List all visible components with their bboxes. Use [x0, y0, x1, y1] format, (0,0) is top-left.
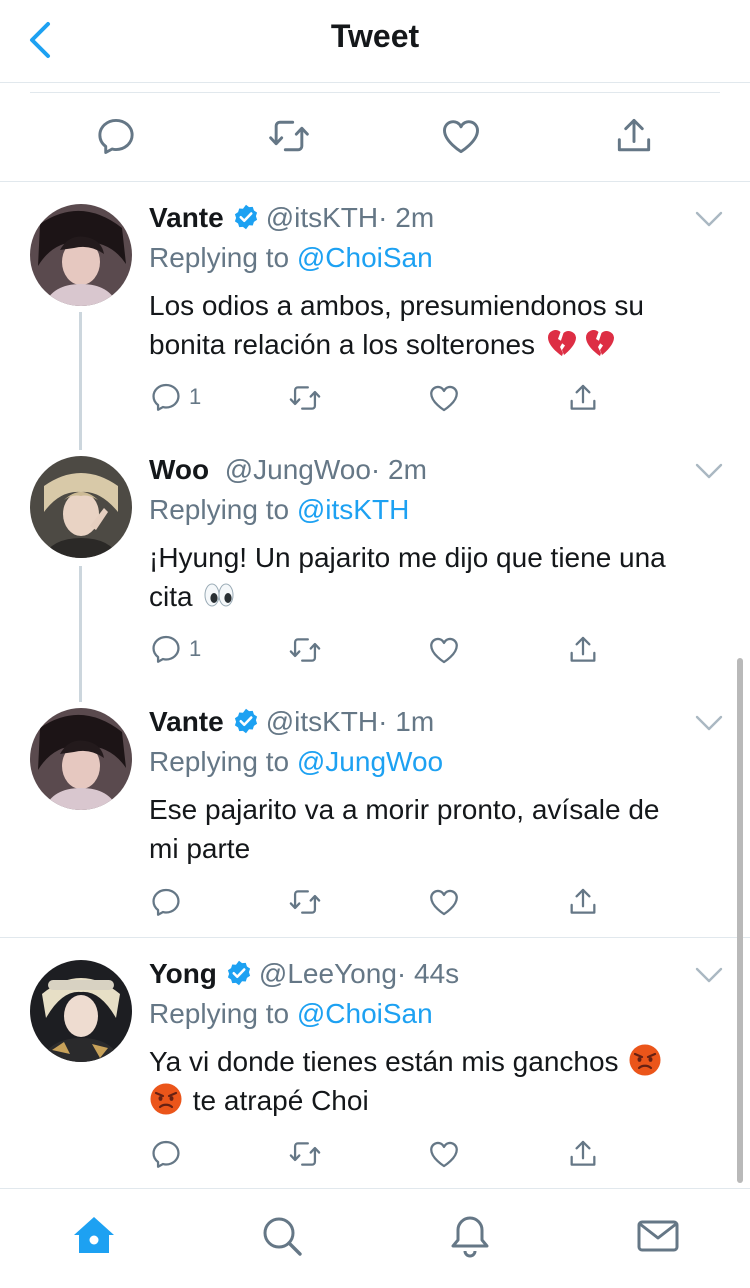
chevron-down-icon[interactable] [694, 713, 724, 733]
scrollbar[interactable] [737, 658, 743, 1183]
tweet-text-line: mi parte [149, 833, 251, 864]
retweet-icon[interactable] [288, 632, 322, 668]
replying-to: Replying to @ChoiSan [149, 241, 433, 275]
replying-to-handle[interactable]: @itsKTH [297, 494, 409, 525]
angry-face-icon [628, 1043, 662, 1077]
tweet-text: ¡Hyung! Un pajarito me dijo que tiene un… [149, 538, 724, 616]
angry-face-icon [149, 1082, 183, 1116]
reply-icon[interactable] [149, 884, 183, 920]
display-name[interactable]: Vante [149, 706, 224, 737]
tweet-header: Vante @itsKTH· 2m [149, 201, 434, 235]
retweet-icon[interactable] [288, 380, 322, 416]
chevron-down-icon[interactable] [694, 965, 724, 985]
timestamp: · 2m [370, 454, 427, 485]
messages-icon[interactable] [635, 1213, 681, 1259]
share-icon[interactable] [566, 380, 600, 416]
tweet-actions: 1 [149, 632, 619, 672]
tweet-actions [149, 884, 619, 924]
user-handle[interactable]: @LeeYong [259, 958, 397, 989]
tweet-text-line: Ese pajarito va a morir pronto, avísale … [149, 794, 660, 825]
broken-heart-icon [583, 326, 617, 360]
timestamp: · 2m [378, 202, 435, 233]
replying-label: Replying to [149, 242, 290, 273]
tweet-actions [149, 1136, 619, 1176]
reply-count: 1 [189, 384, 202, 409]
main-tweet-actions [0, 93, 750, 182]
reply-tweet[interactable]: Vante @itsKTH· 2m Replying to @ChoiSan Lo… [0, 182, 750, 434]
share-icon[interactable] [566, 1136, 600, 1172]
user-handle[interactable]: @JungWoo [225, 454, 371, 485]
replying-label: Replying to [149, 746, 290, 777]
replying-to: Replying to @itsKTH [149, 493, 409, 527]
user-handle[interactable]: @itsKTH [266, 202, 378, 233]
tweet-text-line: Ya vi donde tienes están mis ganchos [149, 1046, 619, 1077]
display-name[interactable]: Woo [149, 454, 209, 485]
reply-icon[interactable] [94, 114, 138, 158]
like-icon[interactable] [439, 114, 483, 158]
chevron-down-icon[interactable] [694, 209, 724, 229]
home-icon[interactable] [71, 1213, 117, 1259]
tweet-text-line: Los odios a ambos, presumiendonos su [149, 290, 644, 321]
replying-label: Replying to [149, 494, 290, 525]
verified-badge-icon [225, 959, 253, 987]
search-icon[interactable] [259, 1213, 305, 1259]
avatar[interactable] [30, 960, 132, 1062]
tweet-text: Los odios a ambos, presumiendonos su bon… [149, 286, 724, 364]
tweet-header: Yong @LeeYong· 44s [149, 957, 459, 991]
tweet-text-line: cita [149, 581, 193, 612]
retweet-icon[interactable] [288, 884, 322, 920]
reply-button[interactable]: 1 [149, 380, 229, 416]
display-name[interactable]: Yong [149, 958, 217, 989]
verified-badge-icon [232, 707, 260, 735]
broken-heart-icon [545, 326, 579, 360]
eyes-icon [202, 578, 236, 612]
share-icon[interactable] [566, 884, 600, 920]
like-icon[interactable] [427, 380, 461, 416]
like-icon[interactable] [427, 1136, 461, 1172]
like-icon[interactable] [427, 632, 461, 668]
tweet-text-line: te atrapé Choi [192, 1085, 369, 1116]
avatar[interactable] [30, 456, 132, 558]
like-icon[interactable] [427, 884, 461, 920]
reply-tweet[interactable]: Yong @LeeYong· 44s Replying to @ChoiSan Y… [0, 938, 750, 1188]
replying-to-handle[interactable]: @JungWoo [297, 746, 443, 777]
reply-icon [149, 380, 183, 414]
chevron-down-icon[interactable] [694, 461, 724, 481]
share-icon[interactable] [612, 114, 656, 158]
timestamp: · 44s [396, 958, 460, 989]
tweet-header: Vante @itsKTH· 1m [149, 705, 434, 739]
reply-tweet[interactable]: Woo @JungWoo· 2m Replying to @itsKTH ¡Hy… [0, 434, 750, 686]
retweet-icon[interactable] [288, 1136, 322, 1172]
tweet-text: Ese pajarito va a morir pronto, avísale … [149, 790, 724, 868]
tweet-text: Ya vi donde tienes están mis ganchos te … [149, 1042, 724, 1120]
notifications-icon[interactable] [447, 1213, 493, 1259]
top-bar: Tweet [0, 0, 750, 83]
reply-icon [149, 632, 183, 666]
tab-bar [0, 1188, 750, 1288]
avatar[interactable] [30, 708, 132, 810]
tweet-text-line: ¡Hyung! Un pajarito me dijo que tiene un… [149, 542, 666, 573]
replying-label: Replying to [149, 998, 290, 1029]
tweet-text-line: bonita relación a los solterones [149, 329, 536, 360]
avatar[interactable] [30, 204, 132, 306]
replying-to: Replying to @JungWoo [149, 745, 443, 779]
share-icon[interactable] [566, 632, 600, 668]
tweet-header: Woo @JungWoo· 2m [149, 453, 427, 487]
user-handle[interactable]: @itsKTH [266, 706, 378, 737]
tweet-actions: 1 [149, 380, 619, 420]
display-name[interactable]: Vante [149, 202, 224, 233]
reply-icon[interactable] [149, 1136, 183, 1172]
timestamp: · 1m [378, 706, 435, 737]
reply-count: 1 [189, 636, 202, 661]
retweet-icon[interactable] [267, 114, 311, 158]
replying-to-handle[interactable]: @ChoiSan [297, 242, 433, 273]
reply-tweet[interactable]: Vante @itsKTH· 1m Replying to @JungWoo Es… [0, 686, 750, 938]
page-title: Tweet [330, 18, 420, 54]
replying-to-handle[interactable]: @ChoiSan [297, 998, 433, 1029]
reply-button[interactable]: 1 [149, 632, 229, 668]
replying-to: Replying to @ChoiSan [149, 997, 433, 1031]
verified-badge-icon [232, 203, 260, 231]
